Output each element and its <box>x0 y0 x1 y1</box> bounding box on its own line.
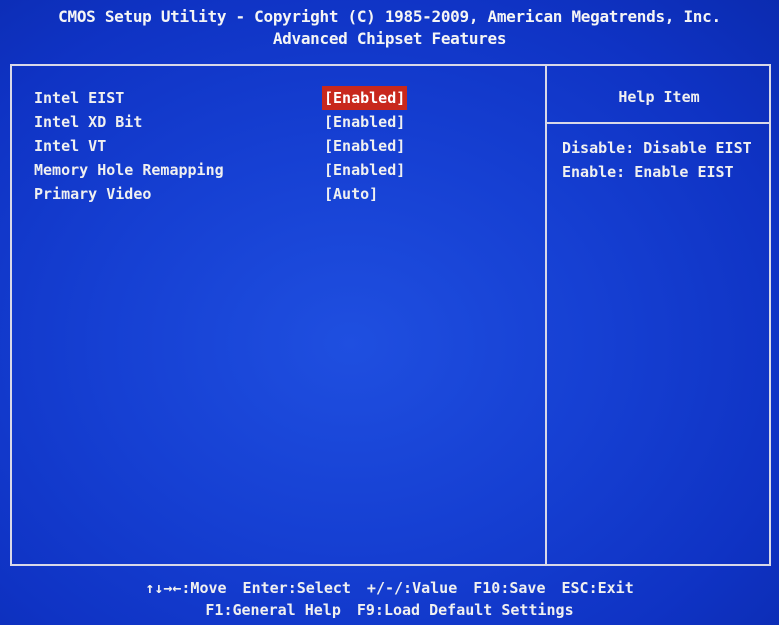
setting-value[interactable]: [Enabled] <box>322 134 407 158</box>
main-frame: Intel EIST [Enabled] Intel XD Bit [Enabl… <box>10 64 771 566</box>
setting-value[interactable]: [Auto] <box>322 182 380 206</box>
setting-label: Memory Hole Remapping <box>34 161 224 179</box>
page-title: Advanced Chipset Features <box>272 29 507 48</box>
help-title-divider <box>547 122 771 124</box>
key-move: ↑↓→←:Move <box>145 579 227 597</box>
setting-label: Intel VT <box>34 137 107 155</box>
setting-value-selected[interactable]: [Enabled] <box>322 86 408 110</box>
key-legend-row-1: ↑↓→←:Move Enter:Select +/-/:Value F10:Save E… <box>0 577 779 599</box>
key-legend: ↑↓→←:Move Enter:Select +/-/:Value F10:Save E… <box>0 577 779 621</box>
key-select: Enter:Select <box>242 579 351 597</box>
help-panel-title: Help Item <box>618 88 700 106</box>
setting-label: Intel EIST <box>34 89 125 107</box>
panel-divider <box>545 66 547 564</box>
key-save: F10:Save <box>473 579 546 597</box>
setting-row-intel-eist[interactable]: Intel EIST [Enabled] <box>34 86 534 110</box>
setting-value[interactable]: [Enabled] <box>322 158 407 182</box>
help-panel-text: Disable: Disable EIST Enable: Enable EIS… <box>562 136 752 184</box>
title-bar: CMOS Setup Utility - Copyright (C) 1985-… <box>0 6 779 50</box>
setting-label: Primary Video <box>34 185 152 203</box>
help-line-enable: Enable: Enable EIST <box>562 163 734 181</box>
key-general-help: F1:General Help <box>205 601 341 619</box>
setting-row-intel-xd-bit[interactable]: Intel XD Bit [Enabled] <box>34 110 534 134</box>
help-line-disable: Disable: Disable EIST <box>562 139 752 157</box>
key-load-defaults: F9:Load Default Settings <box>356 601 574 619</box>
settings-list: Intel EIST [Enabled] Intel XD Bit [Enabl… <box>34 86 534 206</box>
setting-value[interactable]: [Enabled] <box>322 110 407 134</box>
key-value: +/-/:Value <box>366 579 458 597</box>
setting-row-memory-hole-remapping[interactable]: Memory Hole Remapping [Enabled] <box>34 158 534 182</box>
setting-row-primary-video[interactable]: Primary Video [Auto] <box>34 182 534 206</box>
bios-screen: CMOS Setup Utility - Copyright (C) 1985-… <box>0 0 779 625</box>
key-exit: ESC:Exit <box>561 579 634 597</box>
utility-title: CMOS Setup Utility - Copyright (C) 1985-… <box>58 7 721 26</box>
setting-label: Intel XD Bit <box>34 113 143 131</box>
key-legend-row-2: F1:General Help F9:Load Default Settings <box>0 599 779 621</box>
setting-row-intel-vt[interactable]: Intel VT [Enabled] <box>34 134 534 158</box>
